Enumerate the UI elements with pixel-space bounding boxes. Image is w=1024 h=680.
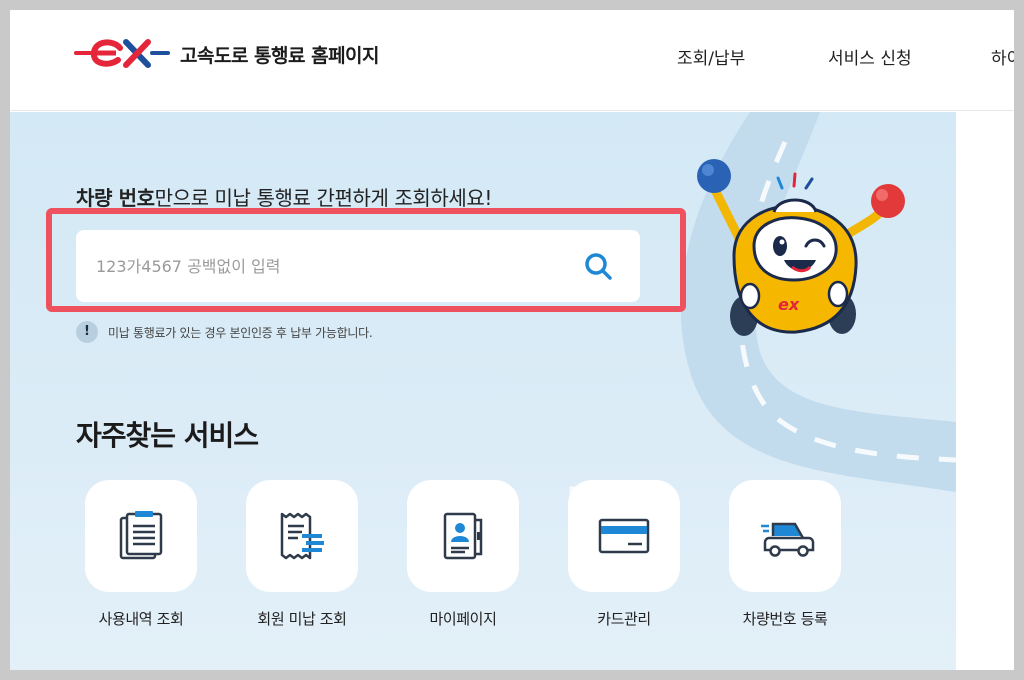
receipt-icon: [280, 512, 324, 560]
search-icon: [585, 253, 612, 280]
site-header: 고속도로 통행료 홈페이지 조회/납부 서비스 신청 하이패스: [10, 10, 1014, 111]
vehicle-icon: [761, 522, 815, 557]
service-label[interactable]: 카드관리: [554, 608, 694, 629]
service-mypage[interactable]: 마이페이지: [393, 480, 533, 629]
exclamation-icon: !: [76, 321, 98, 343]
mascot-car-character: ex: [697, 159, 905, 336]
service-vehicle-registration[interactable]: 차량번호 등록: [715, 480, 855, 629]
service-unpaid-member[interactable]: 회원 미납 조회: [232, 480, 372, 629]
service-label[interactable]: 회원 미납 조회: [232, 608, 372, 629]
headline-bold: 차량 번호: [76, 186, 155, 210]
frequent-services-title: 자주찾는 서비스: [76, 419, 259, 452]
hero-section: 차량 번호만으로 미납 통행료 간편하게 조회하세요! ! 미납 통행료가 있는 …: [10, 112, 956, 670]
service-card[interactable]: [407, 480, 519, 592]
credit-card-icon: [598, 518, 650, 554]
page-right-gutter: [956, 112, 1014, 670]
document-list-icon: [119, 511, 163, 560]
service-usage-history[interactable]: 사용내역 조회: [71, 480, 211, 629]
service-card[interactable]: [729, 480, 841, 592]
site-title[interactable]: 고속도로 통행료 홈페이지: [180, 41, 380, 68]
ex-logo[interactable]: [74, 36, 170, 70]
service-label[interactable]: 사용내역 조회: [71, 608, 211, 629]
mascot-badge-text: ex: [778, 295, 800, 314]
service-card[interactable]: [246, 480, 358, 592]
service-label[interactable]: 차량번호 등록: [715, 608, 855, 629]
headline-rest: 만으로 미납 통행료 간편하게 조회하세요!: [154, 186, 493, 210]
nav-hipass[interactable]: 하이패스: [991, 44, 1014, 69]
search-button[interactable]: [580, 248, 616, 284]
nav-inquiry-payment[interactable]: 조회/납부: [677, 44, 745, 69]
browser-frame: 고속도로 통행료 홈페이지 조회/납부 서비스 신청 하이패스 차량 번호만으로…: [10, 10, 1014, 670]
profile-card-icon: [443, 512, 483, 560]
notice-text: 미납 통행료가 있는 경우 본인인증 후 납부 가능합니다.: [108, 325, 373, 340]
service-card[interactable]: [85, 480, 197, 592]
vehicle-search-box: [76, 230, 640, 302]
payment-notice: ! 미납 통행료가 있는 경우 본인인증 후 납부 가능합니다.: [76, 321, 373, 343]
hero-headline: 차량 번호만으로 미납 통행료 간편하게 조회하세요!: [76, 182, 492, 211]
nav-service-apply[interactable]: 서비스 신청: [828, 44, 912, 69]
service-label[interactable]: 마이페이지: [393, 608, 533, 629]
watermark-text: FiscalCode: [568, 484, 676, 504]
vehicle-number-input[interactable]: [96, 248, 566, 284]
